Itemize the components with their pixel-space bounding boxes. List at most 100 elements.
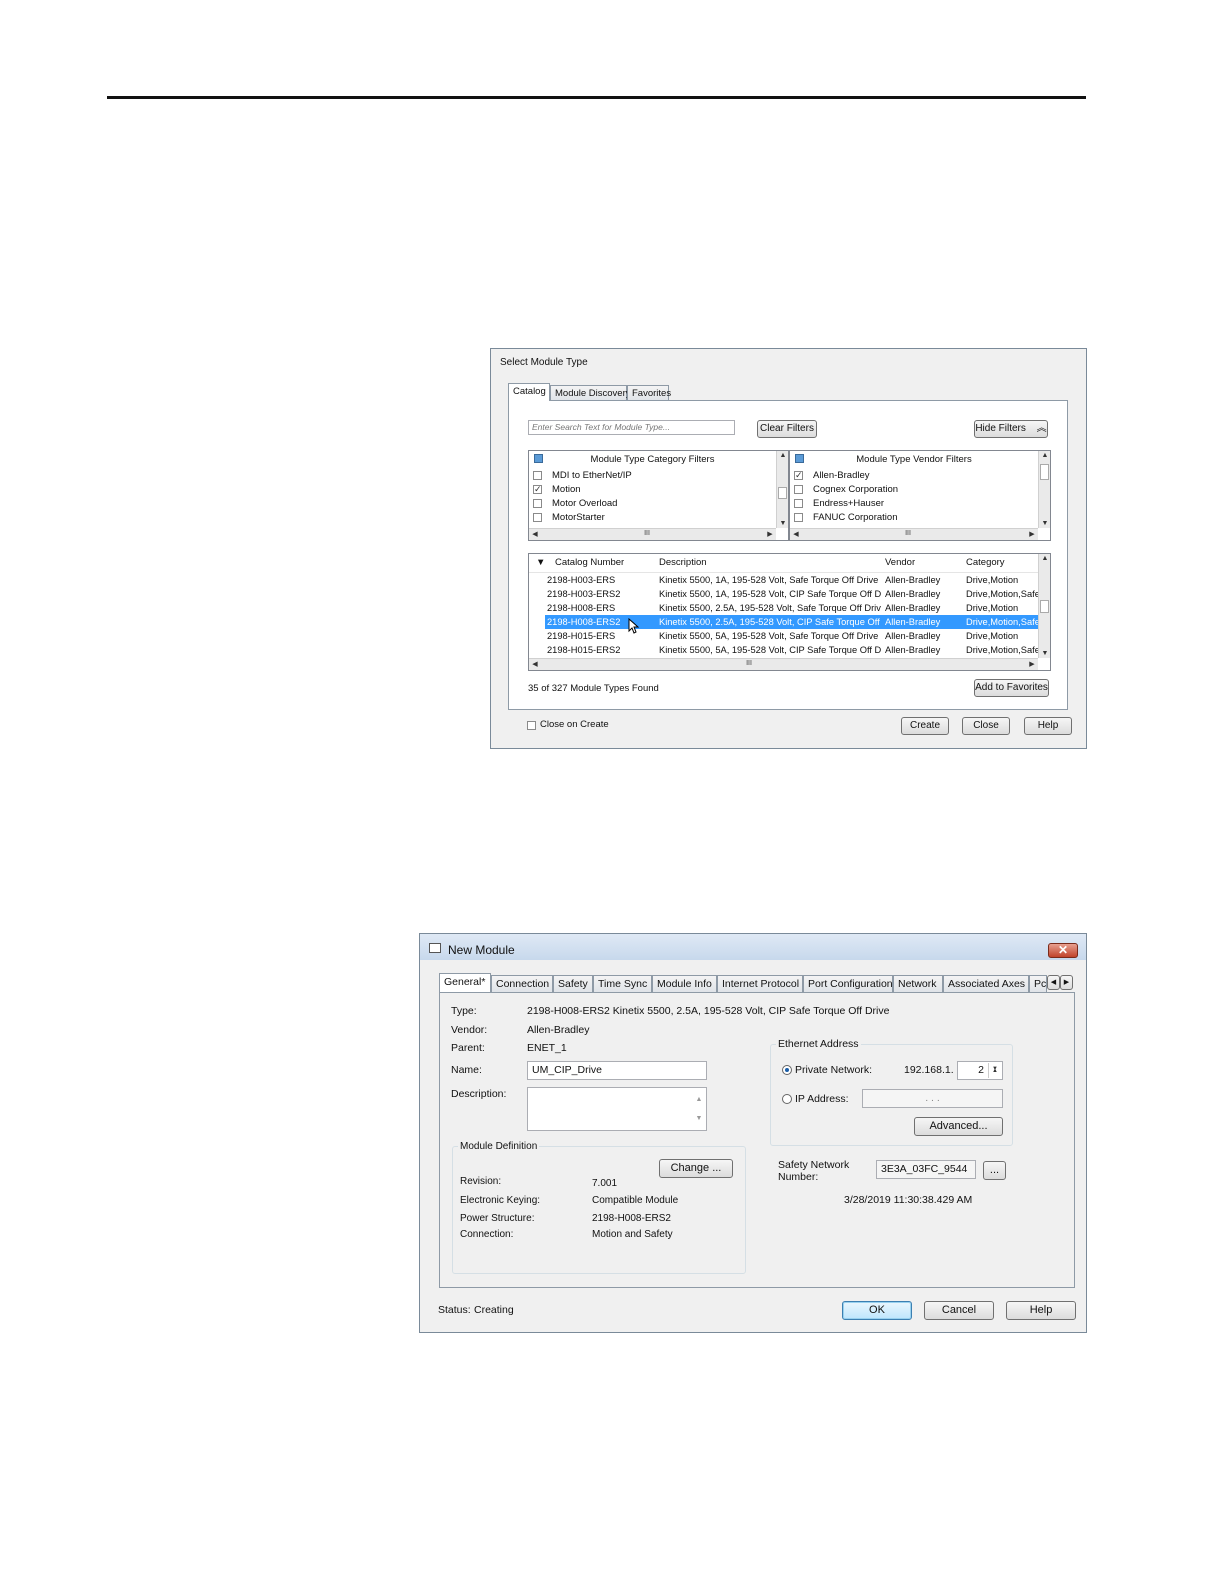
select-all-checkbox[interactable] <box>534 454 543 463</box>
horizontal-scrollbar[interactable]: ◀ III ▶ <box>790 528 1038 540</box>
tab-associated-axes[interactable]: Associated Axes <box>943 975 1029 992</box>
revision-label: Revision: <box>460 1176 502 1187</box>
filter-checkbox[interactable] <box>533 512 542 522</box>
ip-address-radio[interactable] <box>782 1094 792 1104</box>
tab-port-configuration[interactable]: Port Configuration <box>803 975 893 992</box>
scroll-left-icon[interactable]: ◀ <box>529 530 541 538</box>
filter-checkbox[interactable] <box>794 512 803 522</box>
vertical-scrollbar[interactable]: ▲ ▼ <box>776 451 788 528</box>
tab-scroll-left-icon[interactable]: ◀ <box>1047 975 1060 990</box>
tab-safety[interactable]: Safety <box>553 975 593 992</box>
filter-checkbox[interactable] <box>533 470 542 480</box>
select-all-checkbox[interactable] <box>795 454 804 463</box>
hide-filters-button[interactable]: Hide Filters ︽ <box>974 420 1048 438</box>
close-on-create-checkbox[interactable] <box>527 721 536 730</box>
vertical-scrollbar[interactable]: ▲ ▼ <box>1038 451 1050 528</box>
scroll-down-icon[interactable]: ▼ <box>1039 520 1051 527</box>
tab-partial[interactable]: Pc <box>1029 975 1047 992</box>
filter-checkbox[interactable] <box>533 498 542 508</box>
module-search-input[interactable]: Enter Search Text for Module Type... <box>528 420 735 435</box>
scroll-right-icon[interactable]: ▶ <box>764 530 776 538</box>
filter-item[interactable]: Cognex Corporation <box>794 483 898 497</box>
tab-general[interactable]: General* <box>439 973 491 992</box>
column-header-category[interactable]: Category <box>966 554 1005 572</box>
filter-item[interactable]: Motor Overload <box>533 497 617 511</box>
filter-item[interactable]: ✓ Motion <box>533 483 581 497</box>
filter-label: MDI to EtherNet/IP <box>552 470 632 481</box>
scroll-right-icon[interactable]: ▶ <box>1026 530 1038 538</box>
tab-time-sync[interactable]: Time Sync <box>593 975 652 992</box>
scroll-up-icon[interactable]: ▲ <box>1039 555 1050 562</box>
scroll-left-icon[interactable]: ◀ <box>529 660 541 668</box>
column-header-vendor[interactable]: Vendor <box>885 554 915 572</box>
filter-item[interactable]: MotorStarter <box>533 511 605 525</box>
filter-checkbox-checked[interactable]: ✓ <box>533 484 542 494</box>
table-row[interactable]: 2198-H003-ERS Kinetix 5500, 1A, 195-528 … <box>545 573 1038 587</box>
horizontal-scrollbar[interactable]: ◀ III ▶ <box>529 528 776 540</box>
help-button[interactable]: Help <box>1024 717 1072 735</box>
tab-catalog[interactable]: Catalog <box>508 383 550 401</box>
ok-button[interactable]: OK <box>842 1301 912 1320</box>
filter-item[interactable]: MDI to EtherNet/IP <box>533 469 632 483</box>
scroll-right-icon[interactable]: ▶ <box>1026 660 1038 668</box>
change-button[interactable]: Change ... <box>659 1159 733 1178</box>
help-button[interactable]: Help <box>1006 1301 1076 1320</box>
name-input[interactable]: UM_CIP_Drive <box>527 1061 707 1080</box>
scroll-down-icon[interactable]: ▼ <box>777 520 789 527</box>
scroll-up-icon[interactable]: ▲ <box>1039 452 1051 459</box>
vertical-scrollbar[interactable]: ▲ ▼ <box>1038 554 1050 658</box>
filter-label: Endress+Hauser <box>813 498 885 509</box>
scroll-up-icon[interactable]: ▲ <box>693 1091 705 1108</box>
cell-description: Kinetix 5500, 1A, 195-528 Volt, Safe Tor… <box>659 575 879 585</box>
vendor-value: Allen-Bradley <box>527 1024 590 1036</box>
filter-item[interactable]: Endress+Hauser <box>794 497 884 511</box>
private-network-label: Private Network: <box>795 1064 873 1076</box>
scroll-left-icon[interactable]: ◀ <box>790 530 802 538</box>
column-header-description[interactable]: Description <box>659 554 707 572</box>
cancel-button[interactable]: Cancel <box>924 1301 994 1320</box>
select-module-type-dialog: Select Module Type Catalog Module Discov… <box>490 348 1087 749</box>
tab-network[interactable]: Network <box>893 975 943 992</box>
octet-spinner[interactable]: ▲ ▼ <box>988 1063 1001 1078</box>
ip-address-input[interactable]: . . . <box>862 1089 1003 1108</box>
scroll-up-icon[interactable]: ▲ <box>777 452 789 459</box>
horizontal-scrollbar[interactable]: ◀ III ▶ <box>529 658 1038 670</box>
table-row[interactable]: 2198-H015-ERS Kinetix 5500, 5A, 195-528 … <box>545 629 1038 643</box>
spin-down-icon[interactable]: ▼ <box>989 1061 1001 1078</box>
tab-scroll-right-icon[interactable]: ▶ <box>1060 975 1073 990</box>
sort-desc-icon[interactable]: ▼ <box>536 554 545 572</box>
tab-connection[interactable]: Connection <box>491 975 553 992</box>
description-input[interactable]: ▲ ▼ <box>527 1087 707 1131</box>
filter-checkbox[interactable] <box>794 484 803 494</box>
scroll-thumb[interactable] <box>778 487 787 499</box>
add-to-favorites-button[interactable]: Add to Favorites <box>974 679 1049 697</box>
tab-module-info[interactable]: Module Info <box>652 975 717 992</box>
scroll-thumb[interactable] <box>1040 600 1049 613</box>
private-network-radio[interactable] <box>782 1065 792 1075</box>
tab-internet-protocol[interactable]: Internet Protocol <box>717 975 803 992</box>
column-header-catalog[interactable]: Catalog Number <box>555 554 624 572</box>
scroll-thumb[interactable] <box>1040 464 1049 480</box>
cell-vendor: Allen-Bradley <box>885 645 941 655</box>
scroll-down-icon[interactable]: ▼ <box>1039 650 1050 657</box>
table-row[interactable]: 2198-H008-ERS Kinetix 5500, 2.5A, 195-52… <box>545 601 1038 615</box>
create-button[interactable]: Create <box>901 717 949 735</box>
clear-filters-button[interactable]: Clear Filters <box>757 420 817 438</box>
close-button[interactable]: Close <box>962 717 1010 735</box>
table-row-selected[interactable]: 2198-H008-ERS2 Kinetix 5500, 2.5A, 195-5… <box>545 615 1040 629</box>
close-icon[interactable]: ✕ <box>1048 943 1078 958</box>
scroll-down-icon[interactable]: ▼ <box>693 1110 705 1127</box>
advanced-button[interactable]: Advanced... <box>914 1117 1003 1136</box>
tab-favorites[interactable]: Favorites <box>627 385 671 401</box>
tab-module-discovery[interactable]: Module Discovery <box>550 385 631 401</box>
timestamp: 3/28/2019 11:30:38.429 AM <box>844 1194 973 1206</box>
private-network-octet-input[interactable]: 2 ▲ ▼ <box>957 1061 1003 1080</box>
filter-checkbox-checked[interactable]: ✓ <box>794 470 803 480</box>
filter-item[interactable]: ✓ Allen-Bradley <box>794 469 870 483</box>
cell-category: Drive,Motion <box>966 603 1019 613</box>
filter-checkbox[interactable] <box>794 498 803 508</box>
safety-network-browse-button[interactable]: ... <box>983 1161 1006 1180</box>
table-row[interactable]: 2198-H003-ERS2 Kinetix 5500, 1A, 195-528… <box>545 587 1040 601</box>
table-row[interactable]: 2198-H015-ERS2 Kinetix 5500, 5A, 195-528… <box>545 643 1040 657</box>
filter-item[interactable]: FANUC Corporation <box>794 511 897 525</box>
